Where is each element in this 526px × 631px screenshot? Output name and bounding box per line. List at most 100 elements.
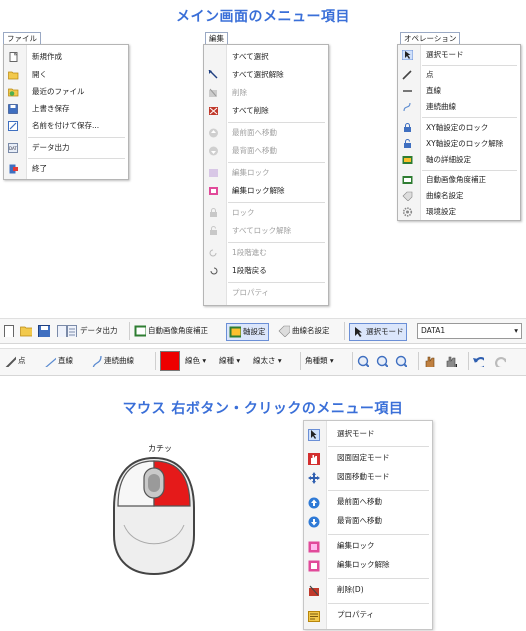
op-menu-item-select-mode[interactable]: 選択モード <box>398 47 520 63</box>
curve-icon <box>402 102 413 112</box>
select-cursor-icon <box>308 429 320 441</box>
edit-menu-item-delete[interactable]: 削除 <box>204 85 328 101</box>
recent-files-icon <box>8 87 19 97</box>
edit-menu-item-undo[interactable]: 1段階戻る <box>204 263 328 279</box>
curve-tool-button[interactable]: 連続曲線 <box>90 353 134 369</box>
zoom-fit-icon[interactable] <box>395 353 409 369</box>
context-menu: 選択モード 図面固定モード 図面移動モード 最前面へ移動 最背面へ移動 編集ロッ… <box>303 420 433 630</box>
ctx-item-bring-front[interactable]: 最前面へ移動 <box>304 494 432 510</box>
zoom-out-icon[interactable] <box>376 353 390 369</box>
curve-name-button[interactable]: 曲線名設定 <box>278 323 330 339</box>
op-menu-item-auto-angle[interactable]: 自動画像角度補正 <box>398 172 520 188</box>
delete-icon <box>208 88 219 98</box>
edit-menu-item-bring-front[interactable]: 最前面へ移動 <box>204 125 328 141</box>
lock-icon <box>402 123 413 133</box>
lock-icon <box>208 208 219 218</box>
save-button[interactable] <box>38 323 52 339</box>
file-menu-item-recent[interactable]: 最近のファイル <box>4 84 128 100</box>
ctx-item-fix-mode[interactable]: 図面固定モード <box>304 450 432 466</box>
draw-toolbar: 点 直線 連続曲線 線色 ▾ 線種 ▾ 線太さ ▾ 角種類 ▾ R <box>0 348 526 376</box>
main-toolbar: データ出力 自動画像角度補正 軸設定 曲線名設定 選択モード DATA1 ▾ <box>0 318 526 344</box>
properties-icon <box>308 610 320 622</box>
open-folder-icon <box>8 70 19 80</box>
line-tool-button[interactable]: 直線 <box>44 353 73 369</box>
ctx-item-edit-lock[interactable]: 編集ロック <box>304 538 432 554</box>
axis-setting-button[interactable]: 軸設定 <box>226 323 269 341</box>
down-arrow-circle-icon <box>208 146 219 156</box>
zoom-in-icon[interactable] <box>357 353 371 369</box>
line-icon <box>402 86 413 96</box>
point-tool-button[interactable]: 点 <box>4 353 26 369</box>
op-menu-item-preferences[interactable]: 環境設定 <box>398 204 520 220</box>
ctx-item-edit-unlock[interactable]: 編集ロック解除 <box>304 557 432 573</box>
mouse-menu-title: マウス 右ボタン・クリックのメニュー項目 <box>122 401 404 417</box>
op-menu-item-axis-unlock[interactable]: XY軸設定のロック解除 <box>398 136 520 152</box>
select-mode-button[interactable]: 選択モード <box>349 323 407 341</box>
main-menu-title: メイン画面のメニュー項目 <box>176 9 350 25</box>
data-export-button[interactable]: データ出力 <box>66 323 118 339</box>
data-export-icon: DAT <box>8 143 19 153</box>
edit-menu-item-edit-lock[interactable]: 編集ロック <box>204 165 328 181</box>
new-button[interactable] <box>3 323 17 339</box>
delete-all-icon <box>208 106 219 116</box>
gear-icon <box>402 207 413 217</box>
save-icon <box>8 104 19 114</box>
file-menu-item-export[interactable]: DAT データ出力 <box>4 140 128 156</box>
move-cross-icon <box>308 472 320 484</box>
corner-mark-dropdown[interactable]: 角種類 ▾ <box>305 353 334 369</box>
data-series-select[interactable]: DATA1 ▾ <box>417 323 522 339</box>
file-menu-item-open[interactable]: 開く <box>4 67 128 83</box>
edit-menu-item-unlock-all[interactable]: すべてロック解除 <box>204 223 328 239</box>
hand-pan-icon[interactable] <box>423 353 437 369</box>
line-color-dropdown[interactable]: 線色 ▾ <box>185 353 206 369</box>
file-menu-item-save-as[interactable]: 名前を付けて保存... <box>4 118 128 134</box>
edit-menu-item-delete-all[interactable]: すべて削除 <box>204 103 328 119</box>
ctx-item-move-mode[interactable]: 図面移動モード <box>304 469 432 485</box>
edit-menu-item-lock[interactable]: ロック <box>204 205 328 221</box>
undo-icon <box>208 266 219 276</box>
edit-menu-item-edit-unlock[interactable]: 編集ロック解除 <box>204 183 328 199</box>
select-cursor-icon <box>401 49 414 61</box>
file-menu: 新規作成 開く 最近のファイル 上書き保存 名前を付けて保存... DAT デー… <box>3 44 129 180</box>
file-menu-item-exit[interactable]: 終了 <box>4 161 128 177</box>
hand-stop-icon <box>308 453 320 465</box>
hand-reset-icon[interactable]: R <box>445 353 459 369</box>
file-menu-item-new[interactable]: 新規作成 <box>4 49 128 65</box>
mouse-illustration <box>104 450 204 580</box>
up-arrow-circle-icon <box>208 128 219 138</box>
file-menu-item-save[interactable]: 上書き保存 <box>4 101 128 117</box>
auto-angle-button[interactable]: 自動画像角度補正 <box>134 323 208 339</box>
op-menu-item-curve[interactable]: 連続曲線 <box>398 99 520 115</box>
line-type-dropdown[interactable]: 線種 ▾ <box>219 353 240 369</box>
edit-menu-item-properties[interactable]: プロパティ <box>204 285 328 301</box>
edit-unlock-icon <box>208 186 219 196</box>
unlock-icon <box>208 226 219 236</box>
ctx-item-send-back[interactable]: 最背面へ移動 <box>304 513 432 529</box>
open-button[interactable] <box>20 323 34 339</box>
tag-icon <box>402 191 413 202</box>
op-menu-item-line[interactable]: 直線 <box>398 83 520 99</box>
edit-menu-item-redo[interactable]: 1段階進む <box>204 245 328 261</box>
exit-icon <box>8 164 19 174</box>
auto-angle-icon <box>402 175 413 185</box>
ctx-item-delete[interactable]: 削除(D) <box>304 582 432 598</box>
redo-icon[interactable] <box>494 353 508 369</box>
undo-icon[interactable] <box>472 353 486 369</box>
new-doc-icon <box>8 51 19 62</box>
edit-menu-item-select-all[interactable]: すべて選択 <box>204 49 328 65</box>
edit-menu-item-send-back[interactable]: 最背面へ移動 <box>204 143 328 159</box>
up-arrow-circle-icon <box>308 497 320 509</box>
down-arrow-circle-icon <box>308 516 320 528</box>
unlock-icon <box>402 139 413 149</box>
ctx-item-properties[interactable]: プロパティ <box>304 607 432 623</box>
op-menu-item-point[interactable]: 点 <box>398 67 520 83</box>
line-width-dropdown[interactable]: 線太さ ▾ <box>253 353 282 369</box>
op-menu-item-axis-lock[interactable]: XY軸設定のロック <box>398 120 520 136</box>
save-as-icon <box>8 121 19 131</box>
ctx-item-select-mode[interactable]: 選択モード <box>304 426 432 442</box>
op-menu-item-axis-detail[interactable]: 軸の詳細設定 <box>398 152 520 168</box>
svg-text:R: R <box>455 363 457 367</box>
op-menu-item-curve-name[interactable]: 曲線名設定 <box>398 188 520 204</box>
color-swatch[interactable] <box>160 351 180 371</box>
edit-menu-item-deselect-all[interactable]: すべて選択解除 <box>204 67 328 83</box>
